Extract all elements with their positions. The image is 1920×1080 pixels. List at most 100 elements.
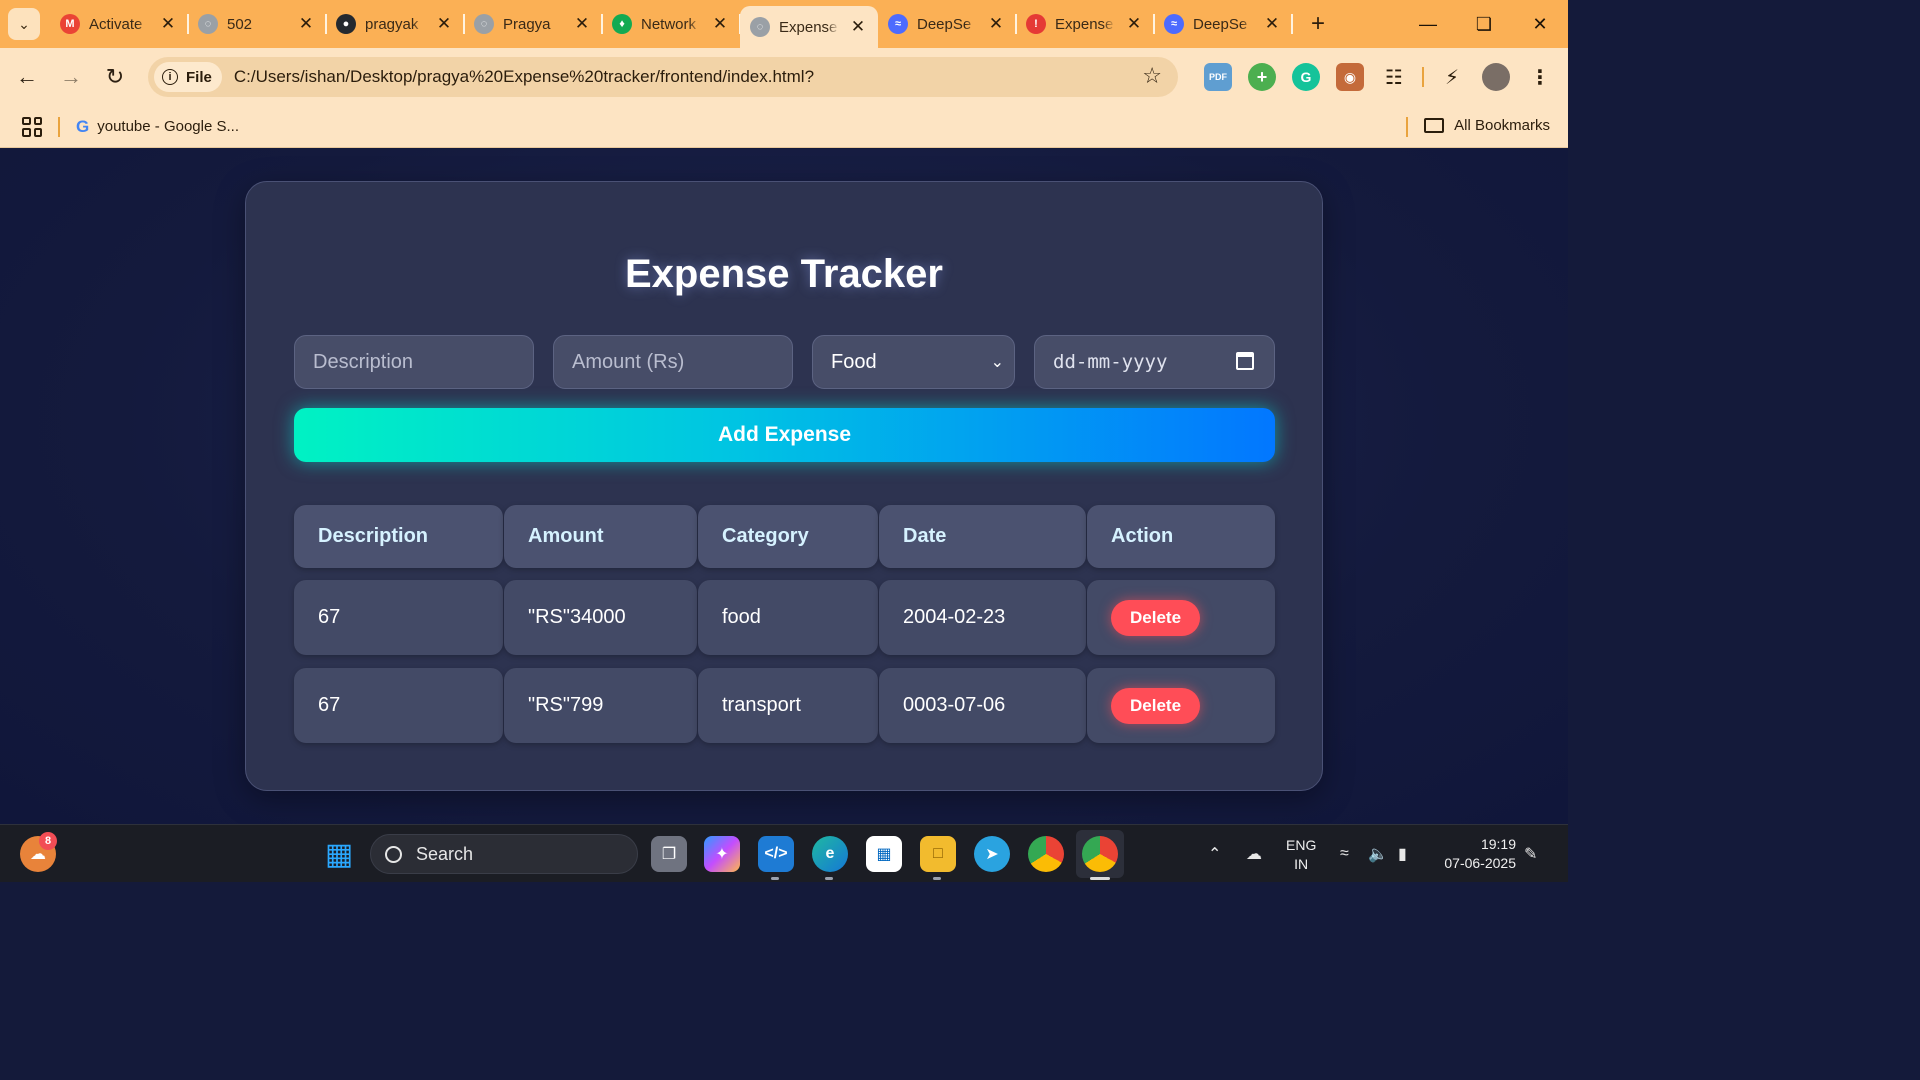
close-icon[interactable]: ✕ [296, 14, 316, 34]
google-icon: G [76, 116, 90, 136]
tab-network[interactable]: ♦ Network ✕ [602, 0, 741, 48]
reload-icon[interactable]: ↻ [93, 55, 137, 99]
deepseek-icon: ≈ [888, 14, 908, 34]
chrome-icon[interactable] [1028, 836, 1064, 872]
clock-time: 19:19 [1480, 836, 1516, 852]
url-text[interactable]: C:/Users/ishan/Desktop/pragya%20Expense%… [234, 67, 814, 87]
tab-502[interactable]: ◌ 502 ✕ [188, 0, 327, 48]
tab-title: Activate [89, 15, 143, 33]
restore-icon[interactable]: ❏ [1456, 0, 1512, 48]
table-cell-category: transport [698, 668, 878, 743]
toolbar-divider [1422, 67, 1424, 87]
address-bar[interactable]: i File C:/Users/ishan/Desktop/pragya%20E… [148, 57, 1178, 97]
task-view-icon[interactable]: ❐ [651, 836, 687, 872]
gmail-icon: M [60, 14, 80, 34]
delete-button[interactable]: Delete [1111, 599, 1201, 636]
system-clock[interactable]: 19:19 07-06-2025 [1444, 835, 1516, 873]
extensions-area: PDF + G ◉ ☷ ⚡ ⋮ [1196, 48, 1562, 106]
close-icon[interactable]: ✕ [1124, 14, 1144, 34]
globe-icon: ◌ [198, 14, 218, 34]
close-icon[interactable]: ✕ [710, 14, 730, 34]
delete-button[interactable]: Delete [1111, 687, 1201, 724]
tab-expense-active[interactable]: ◌ Expense ✕ [740, 6, 878, 48]
copilot-icon[interactable]: ✦ [704, 836, 740, 872]
all-bookmarks-button[interactable]: All Bookmarks [1424, 117, 1550, 134]
close-icon[interactable]: ✕ [572, 14, 592, 34]
onedrive-icon[interactable]: ☁ [1246, 825, 1262, 883]
pdf-extension-icon[interactable]: PDF [1204, 63, 1232, 91]
amount-input[interactable]: Amount (Rs) [553, 335, 793, 389]
date-input[interactable]: dd-mm-yyyy [1034, 335, 1275, 389]
error-page-icon: ! [1026, 14, 1046, 34]
tray-overflow-icon[interactable]: ⌃ [1208, 825, 1221, 883]
table-cell-description: 67 [294, 668, 503, 743]
mongodb-leaf-icon: ♦ [612, 14, 632, 34]
taskbar-search[interactable]: Search [370, 834, 638, 874]
table-cell-action: Delete [1087, 580, 1275, 655]
bookmark-youtube[interactable]: youtube - Google S... [97, 118, 239, 135]
windows-start-icon[interactable]: ▦ [321, 836, 357, 872]
file-explorer-icon[interactable]: □ [920, 836, 956, 880]
window-controls: — ❏ ✕ [1400, 0, 1568, 48]
minimize-icon[interactable]: — [1400, 0, 1456, 48]
close-icon[interactable]: ✕ [1262, 14, 1282, 34]
tab-deepseek-2[interactable]: ≈ DeepSe ✕ [1154, 0, 1293, 48]
volume-icon[interactable]: 🔈 [1368, 825, 1388, 883]
menu-kebab-icon[interactable]: ⋮ [1526, 63, 1554, 91]
add-extension-icon[interactable]: + [1248, 63, 1276, 91]
chevron-down-icon: ⌄ [18, 15, 30, 32]
tab-title: Expense [779, 18, 838, 36]
table-header-description: Description [294, 505, 503, 568]
table-header-amount: Amount [504, 505, 697, 568]
site-info-chip[interactable]: i File [154, 62, 222, 92]
globe-icon: ◌ [474, 14, 494, 34]
close-icon[interactable]: ✕ [848, 17, 868, 37]
vscode-icon[interactable]: </> [758, 836, 794, 880]
add-expense-button[interactable]: Add Expense [294, 408, 1275, 462]
close-icon[interactable]: ✕ [158, 14, 178, 34]
expense-tracker-card: Expense Tracker Description Amount (Rs) … [245, 181, 1323, 791]
back-icon[interactable]: ← [5, 55, 49, 99]
tab-deepseek[interactable]: ≈ DeepSe ✕ [878, 0, 1017, 48]
calendar-icon[interactable] [1236, 352, 1254, 370]
telegram-icon[interactable]: ➤ [974, 836, 1010, 872]
tab-title: 502 [227, 15, 253, 33]
browser-toolbar: ← → ↻ i File C:/Users/ishan/Desktop/prag… [0, 48, 1568, 106]
input-language[interactable]: ENG IN [1286, 836, 1316, 874]
tab-expense-error[interactable]: ! Expense ✕ [1016, 0, 1155, 48]
tab-title: Pragya [503, 15, 551, 33]
notification-center-icon[interactable]: ✎ [1524, 825, 1537, 883]
tab-title: Expense [1055, 15, 1114, 33]
tab-github[interactable]: ● pragyak ✕ [326, 0, 465, 48]
tab-title: DeepSe [1193, 15, 1248, 33]
performance-icon[interactable]: ⚡ [1438, 63, 1466, 91]
grammarly-icon[interactable]: G [1292, 63, 1320, 91]
table-cell-action: Delete [1087, 668, 1275, 743]
all-bookmarks-label: All Bookmarks [1454, 117, 1550, 134]
apps-grid-icon[interactable] [22, 116, 42, 137]
tab-title: DeepSe [917, 15, 972, 33]
bookmark-star-icon[interactable]: ☆ [1142, 63, 1162, 89]
close-window-icon[interactable]: ✕ [1512, 0, 1568, 48]
tab-pragya[interactable]: ◌ Pragya ✕ [464, 0, 603, 48]
owl-extension-icon[interactable]: ◉ [1336, 63, 1364, 91]
ms-store-icon[interactable]: ▦ [866, 836, 902, 872]
chevron-down-icon: ⌄ [990, 354, 1004, 371]
profile-avatar[interactable] [1482, 63, 1510, 91]
forward-icon[interactable]: → [49, 55, 93, 99]
close-icon[interactable]: ✕ [434, 14, 454, 34]
battery-icon[interactable]: ▮ [1398, 825, 1407, 883]
table-cell-amount: "RS"799 [504, 668, 697, 743]
puzzle-extensions-icon[interactable]: ☷ [1380, 63, 1408, 91]
description-input[interactable]: Description [294, 335, 534, 389]
table-cell-amount: "RS"34000 [504, 580, 697, 655]
close-icon[interactable]: ✕ [986, 14, 1006, 34]
tab-gmail[interactable]: M Activate ✕ [50, 0, 189, 48]
wifi-icon[interactable]: ≈ [1340, 825, 1349, 883]
edge-icon[interactable]: e [812, 836, 848, 880]
chrome-profile-icon[interactable] [1082, 836, 1118, 880]
new-tab-icon[interactable]: + [1306, 10, 1330, 38]
tab-search-button[interactable]: ⌄ [8, 8, 40, 40]
bookmarks-divider [1406, 117, 1408, 137]
category-select[interactable]: Food ⌄ [812, 335, 1015, 389]
